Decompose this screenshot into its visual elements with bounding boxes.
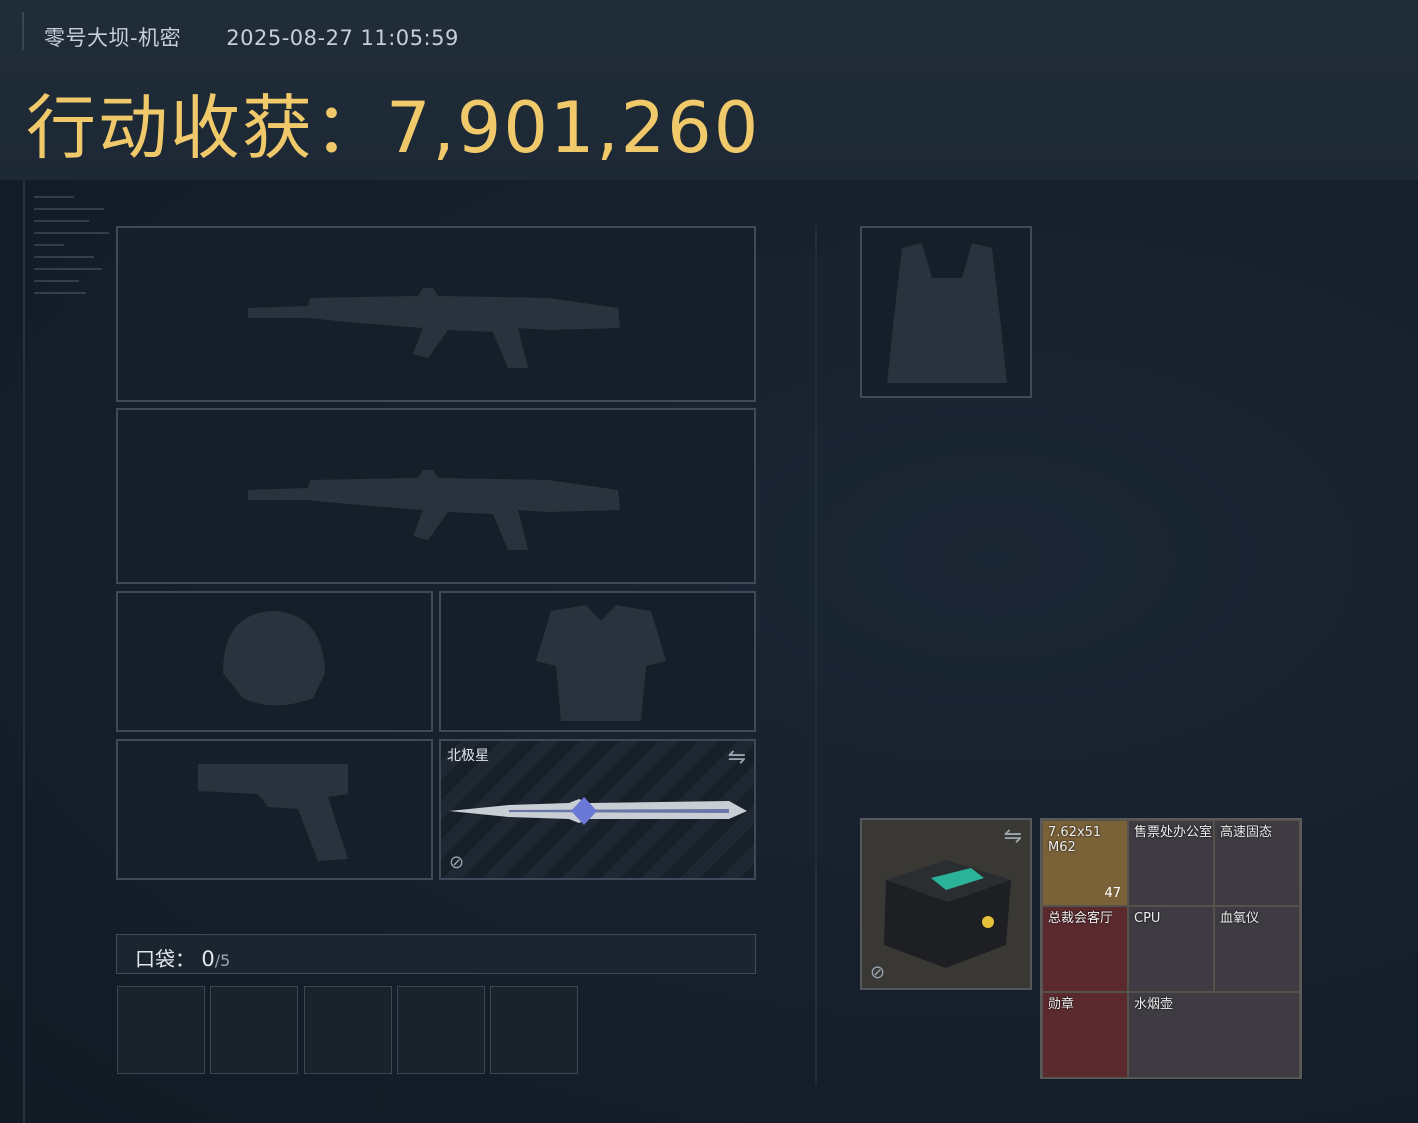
pocket-slot[interactable] xyxy=(304,986,392,1074)
item-cell[interactable]: CPU xyxy=(1128,906,1214,992)
body-armor-slot[interactable] xyxy=(439,591,756,732)
pocket-slot[interactable] xyxy=(117,986,205,1074)
item-name: 水烟壶 xyxy=(1134,997,1174,1012)
helmet-icon xyxy=(223,611,325,706)
item-name: 高速固态 xyxy=(1220,825,1273,840)
sidearm-slot[interactable] xyxy=(116,739,433,880)
pocket-capacity: /5 xyxy=(214,951,231,970)
rifle-icon xyxy=(248,470,620,550)
item-name: 勋章 xyxy=(1048,997,1075,1012)
header-rule xyxy=(22,12,24,50)
item-name: CPU xyxy=(1134,911,1161,926)
item-cell[interactable]: 7.62x51 M62 47 xyxy=(1042,820,1128,906)
backpack-grid: 7.62x51 M62 47 售票处办公室 高速固态 总裁会客厅 CPU 血氧仪… xyxy=(1040,818,1302,1079)
raid-datetime: 2025-08-27 11:05:59 xyxy=(226,26,459,50)
pocket-slot[interactable] xyxy=(490,986,578,1074)
primary-weapon-slot-1[interactable] xyxy=(116,226,756,402)
item-cell[interactable]: 血氧仪 xyxy=(1214,906,1300,992)
map-name: 零号大坝-机密 xyxy=(44,26,182,50)
item-name: 售票处办公室 xyxy=(1134,825,1213,840)
pocket-bar: 口袋： 0/5 xyxy=(116,934,756,974)
pocket-label: 口袋： 0/5 xyxy=(135,943,230,972)
loot-value-title: 行动收获：7,901,260 xyxy=(26,87,761,169)
pocket-slot[interactable] xyxy=(210,986,298,1074)
melee-name: 北极星 xyxy=(447,748,489,764)
item-cell[interactable]: 售票处办公室 xyxy=(1128,820,1214,906)
pocket-label-text: 口袋： xyxy=(135,947,195,971)
item-cell[interactable]: 水烟壶 xyxy=(1128,992,1300,1078)
swap-icon[interactable]: ⇋ xyxy=(1004,826,1022,848)
pistol-icon xyxy=(198,764,348,861)
item-cell[interactable]: 总裁会客厅 xyxy=(1042,906,1128,992)
vest-icon xyxy=(887,243,1007,383)
side-rule xyxy=(23,180,25,1123)
pocket-slot[interactable] xyxy=(397,986,485,1074)
helmet-slot[interactable] xyxy=(116,591,433,732)
melee-slot[interactable]: 北极星 ⇋ ⊘ xyxy=(439,739,756,880)
item-cell[interactable]: 勋章 xyxy=(1042,992,1128,1078)
raid-info: 零号大坝-机密 2025-08-27 11:05:59 xyxy=(44,22,459,52)
item-name: 7.62x51 M62 xyxy=(1048,825,1102,855)
no-drop-icon: ⊘ xyxy=(870,962,886,983)
armor-icon xyxy=(536,605,666,721)
primary-weapon-slot-2[interactable] xyxy=(116,408,756,584)
item-name: 血氧仪 xyxy=(1220,911,1260,926)
chest-rig-slot[interactable] xyxy=(860,226,1032,398)
panel-divider xyxy=(815,226,817,1086)
safe-box-slot[interactable]: ⇋ ⊘ xyxy=(860,818,1032,990)
no-drop-icon: ⊘ xyxy=(449,852,465,873)
side-notes xyxy=(34,186,114,446)
swap-icon[interactable]: ⇋ xyxy=(728,747,746,769)
item-name: 总裁会客厅 xyxy=(1048,911,1114,926)
pocket-count: 0 xyxy=(201,947,215,971)
item-qty: 47 xyxy=(1104,886,1121,901)
item-cell[interactable]: 高速固态 xyxy=(1214,820,1300,906)
safe-box-icon xyxy=(884,860,1011,968)
knife-icon xyxy=(449,797,747,825)
rifle-icon xyxy=(248,288,620,368)
